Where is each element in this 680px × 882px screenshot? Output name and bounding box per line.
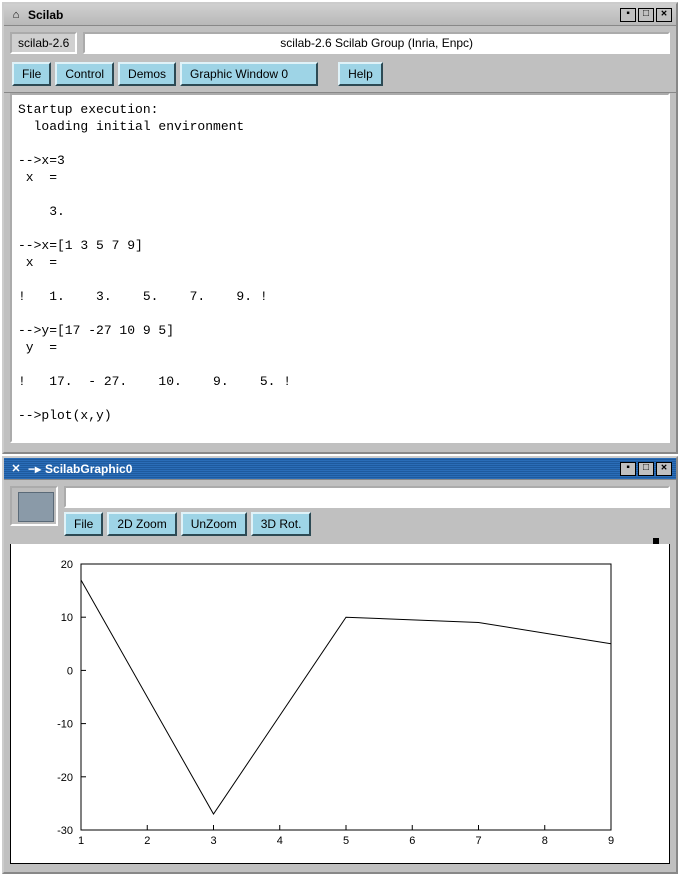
- svg-text:5: 5: [343, 835, 349, 847]
- gfx-close-button[interactable]: ✕: [656, 462, 672, 476]
- header-row: scilab-2.6 scilab-2.6 Scilab Group (Inri…: [4, 26, 676, 58]
- window-controls: ▪ □ ✕: [620, 8, 672, 22]
- svg-text:8: 8: [542, 835, 548, 847]
- graphic-toolbar: File 2D Zoom UnZoom 3D Rot.: [64, 512, 670, 536]
- svg-text:6: 6: [409, 835, 415, 847]
- main-toolbar: File Control Demos Graphic Window 0 Help: [4, 58, 676, 93]
- window-title: Scilab: [28, 8, 63, 22]
- svg-text:2: 2: [144, 835, 150, 847]
- graphic-titlebar[interactable]: ✕ −▸ ScilabGraphic0 ▪ □ ✕: [4, 458, 676, 480]
- resize-handle-icon: [653, 538, 659, 544]
- svg-text:7: 7: [475, 835, 481, 847]
- gfx-file-menu[interactable]: File: [64, 512, 103, 536]
- svg-text:3: 3: [210, 835, 216, 847]
- plot-area: -30 -20 -10 0 10 20 1 2 3 4 5 6 7 8 9: [10, 544, 670, 864]
- rotate-button[interactable]: 3D Rot.: [251, 512, 312, 536]
- gfx-maximize-button[interactable]: □: [638, 462, 654, 476]
- svg-text:-30: -30: [57, 825, 73, 837]
- control-menu[interactable]: Control: [55, 62, 114, 86]
- banner-text: scilab-2.6 Scilab Group (Inria, Enpc): [83, 32, 670, 54]
- svg-text:9: 9: [608, 835, 614, 847]
- xterm-icon: ✕: [8, 461, 24, 477]
- console-output[interactable]: Startup execution: loading initial envir…: [10, 93, 670, 443]
- version-label: scilab-2.6: [10, 32, 77, 54]
- main-titlebar[interactable]: ⌂ Scilab ▪ □ ✕: [4, 4, 676, 26]
- plot-canvas: -30 -20 -10 0 10 20 1 2 3 4 5 6 7 8 9: [11, 544, 671, 860]
- svg-text:4: 4: [277, 835, 283, 847]
- svg-text:20: 20: [61, 559, 73, 571]
- file-menu[interactable]: File: [12, 62, 51, 86]
- svg-text:10: 10: [61, 612, 73, 624]
- graphic-window-menu[interactable]: Graphic Window 0: [180, 62, 318, 86]
- scilab-main-window: ⌂ Scilab ▪ □ ✕ scilab-2.6 scilab-2.6 Sci…: [2, 2, 678, 454]
- unzoom-button[interactable]: UnZoom: [181, 512, 247, 536]
- console-text: Startup execution: loading initial envir…: [18, 102, 291, 443]
- graphic-command-field[interactable]: [64, 486, 670, 508]
- demos-menu[interactable]: Demos: [118, 62, 176, 86]
- plot-thumbnail[interactable]: [10, 486, 58, 526]
- scilab-graphic-window: ✕ −▸ ScilabGraphic0 ▪ □ ✕ File 2D Zoom U…: [2, 456, 678, 874]
- graphic-window-title: ScilabGraphic0: [45, 462, 132, 476]
- gfx-minimize-button[interactable]: ▪: [620, 462, 636, 476]
- minimize-button[interactable]: ▪: [620, 8, 636, 22]
- close-button[interactable]: ✕: [656, 8, 672, 22]
- svg-text:-10: -10: [57, 719, 73, 731]
- app-icon: ⌂: [8, 7, 24, 23]
- graphic-toolbar-area: File 2D Zoom UnZoom 3D Rot.: [4, 480, 676, 542]
- help-menu[interactable]: Help: [338, 62, 383, 86]
- svg-text:-20: -20: [57, 772, 73, 784]
- svg-text:0: 0: [67, 665, 73, 677]
- graphic-window-controls: ▪ □ ✕: [620, 462, 672, 476]
- svg-text:1: 1: [78, 835, 84, 847]
- maximize-button[interactable]: □: [638, 8, 654, 22]
- zoom-button[interactable]: 2D Zoom: [107, 512, 176, 536]
